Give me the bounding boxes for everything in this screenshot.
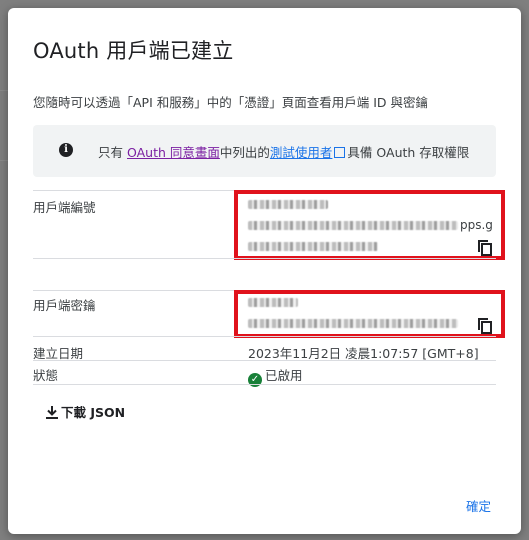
confirm-button[interactable]: 確定 <box>466 496 491 515</box>
notice-suffix: 具備 OAuth 存取權限 <box>347 145 470 160</box>
client-secret-label: 用戶端密鑰 <box>33 298 96 313</box>
status-label: 狀態 <box>33 368 59 383</box>
status-text: 已啟用 <box>265 368 303 383</box>
background-divider <box>0 160 8 161</box>
notice-prefix: 只有 <box>98 145 124 160</box>
download-json-label: 下載 JSON <box>61 405 126 420</box>
download-icon <box>46 406 58 419</box>
highlight-box <box>234 190 505 260</box>
external-link-icon <box>334 147 346 158</box>
notice-middle: 中列出的 <box>219 145 270 160</box>
background-divider <box>0 90 8 91</box>
divider <box>33 360 496 361</box>
oauth-client-created-dialog: OAuth 用戶端已建立 您隨時可以透過「API 和服務」中的「憑證」頁面查看用… <box>8 8 521 534</box>
divider <box>33 336 496 337</box>
consent-screen-link[interactable]: OAuth 同意畫面 <box>127 145 220 160</box>
dialog-subtitle: 您隨時可以透過「API 和服務」中的「憑證」頁面查看用戶端 ID 與密鑰 <box>33 95 429 110</box>
divider <box>33 384 496 385</box>
client-id-label: 用戶端編號 <box>33 200 96 215</box>
divider <box>33 258 496 259</box>
download-json-button[interactable]: 下載 JSON <box>46 402 125 421</box>
access-notice: i 只有 OAuth 同意畫面中列出的測試使用者 具備 OAuth 存取權限 <box>33 125 496 177</box>
notice-text: 只有 OAuth 同意畫面中列出的測試使用者 具備 OAuth 存取權限 <box>98 142 469 161</box>
info-icon: i <box>59 143 73 157</box>
dialog-title: OAuth 用戶端已建立 <box>33 39 234 63</box>
highlight-box <box>234 290 505 338</box>
test-users-link[interactable]: 測試使用者 <box>270 145 333 160</box>
